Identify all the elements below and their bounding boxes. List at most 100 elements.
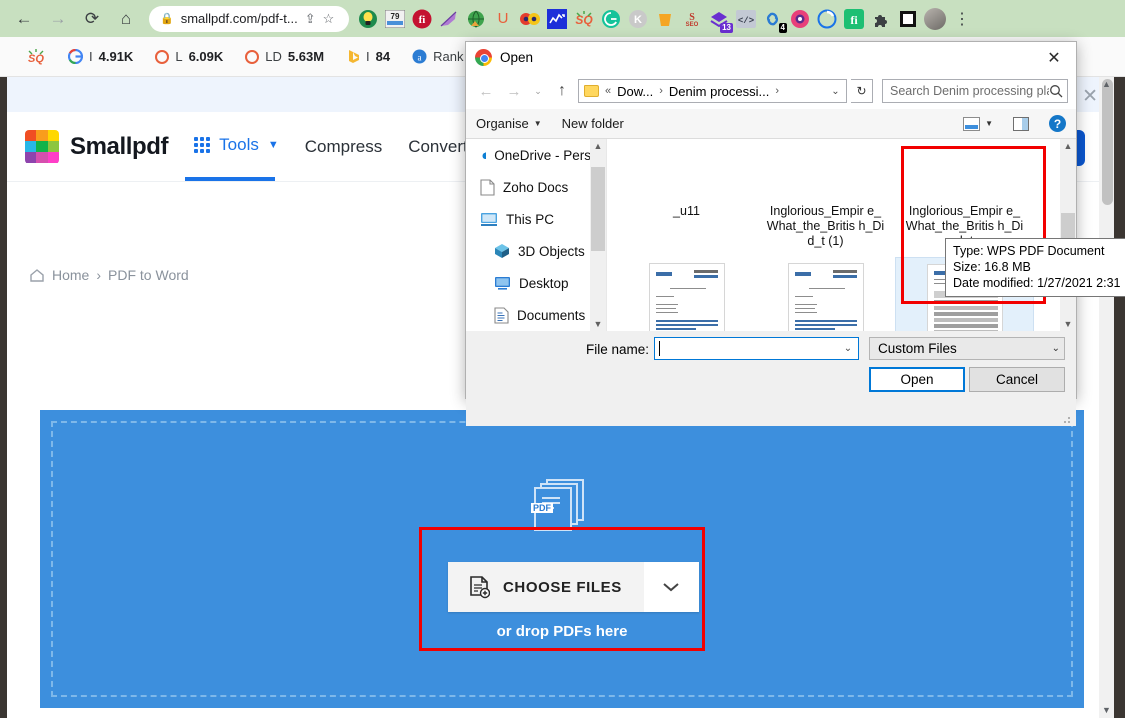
- seo-metric-linking-domains[interactable]: LD 5.63M: [245, 49, 324, 64]
- seo-extension-icon[interactable]: S SEO: [679, 6, 705, 32]
- cancel-button[interactable]: Cancel: [969, 367, 1065, 392]
- sidebar-scroll-up-arrow[interactable]: ▲: [590, 141, 606, 151]
- seo-metric-label: LD: [265, 49, 282, 64]
- chevron-down-icon: [663, 583, 680, 592]
- address-bar[interactable]: 🔒 smallpdf.com/pdf-t... ⇪ ☆: [149, 5, 349, 32]
- nav-link-compress[interactable]: Compress: [305, 137, 382, 157]
- seo-metric-value: 84: [375, 49, 391, 64]
- file-item[interactable]: _u11: [617, 139, 756, 257]
- oo-extension-icon[interactable]: [517, 6, 543, 32]
- circle-extension-icon[interactable]: [814, 6, 840, 32]
- layers-extension-badge: 13: [720, 22, 733, 33]
- browser-menu-button[interactable]: ⋮: [949, 9, 975, 29]
- smallpdf-brand[interactable]: Smallpdf: [25, 129, 169, 164]
- scroll-up-arrow[interactable]: ▲: [1101, 79, 1112, 89]
- seo-metric-links[interactable]: L 6.09K: [155, 49, 223, 64]
- address-crumb-downloads[interactable]: Dow...: [617, 84, 653, 99]
- sidebar-item-zoho-docs[interactable]: Zoho Docs: [466, 171, 606, 203]
- help-icon[interactable]: ?: [1049, 115, 1066, 132]
- sidebar-scrollbar-thumb[interactable]: [591, 167, 605, 251]
- orange-extension-icon[interactable]: [652, 6, 678, 32]
- seo-toolbar-logo[interactable]: SQ: [26, 48, 46, 66]
- sidebar-item-this-pc[interactable]: This PC: [466, 203, 606, 235]
- code-extension-icon[interactable]: </>: [733, 6, 759, 32]
- file-list-scroll-down-arrow[interactable]: ▼: [1060, 319, 1076, 329]
- file-name-dropdown-icon[interactable]: ⌄: [840, 343, 856, 354]
- layers-extension-icon[interactable]: 13: [706, 6, 733, 33]
- sidebar-scroll-down-arrow[interactable]: ▼: [590, 319, 606, 329]
- grammarly-extension-icon[interactable]: [598, 6, 624, 32]
- reload-button[interactable]: ⟳: [76, 3, 108, 35]
- forward-button[interactable]: →: [42, 3, 74, 35]
- breadcrumb-home[interactable]: Home: [52, 267, 89, 283]
- promo-close-icon[interactable]: ✕: [1082, 85, 1098, 108]
- file-item[interactable]: Inglorious_Empir e_What_the_Britis h_Did…: [756, 139, 895, 257]
- view-options-button[interactable]: ▼: [963, 116, 993, 131]
- square-extension-icon[interactable]: [895, 6, 921, 32]
- pagerank-extension-icon[interactable]: 79: [382, 6, 408, 32]
- chart-extension-icon[interactable]: [544, 6, 570, 32]
- preview-pane-icon[interactable]: [1013, 116, 1029, 131]
- page-scrollbar-thumb[interactable]: [1102, 79, 1113, 205]
- up-one-level-button[interactable]: ↑: [550, 79, 574, 103]
- puzzle-extensions-icon[interactable]: [868, 6, 894, 32]
- dialog-back-button[interactable]: ←: [474, 79, 498, 103]
- dialog-forward-button[interactable]: →: [502, 79, 526, 103]
- recent-locations-button[interactable]: ⌄: [530, 79, 546, 103]
- new-folder-button[interactable]: New folder: [562, 116, 624, 131]
- k-extension-icon[interactable]: K: [625, 6, 651, 32]
- svg-text:</>: </>: [738, 16, 754, 26]
- camera-extension-icon[interactable]: [787, 6, 813, 32]
- tooltip-size: Size: 16.8 MB: [953, 260, 1031, 274]
- dialog-search-box[interactable]: Search Denim processing pla...: [882, 79, 1068, 103]
- seoquake-extension-icon[interactable]: SQ: [571, 6, 597, 32]
- choose-files-button[interactable]: CHOOSE FILES: [448, 562, 644, 612]
- search-input[interactable]: Search Denim processing pla...: [890, 84, 1049, 98]
- lightbulb-extension-icon[interactable]: [355, 6, 381, 32]
- file-name-input[interactable]: ⌄: [654, 337, 859, 360]
- refresh-button[interactable]: ↻: [851, 79, 873, 103]
- share-icon[interactable]: ⇪: [305, 11, 316, 27]
- file-list-scrollbar[interactable]: ▲ ▼: [1060, 139, 1076, 331]
- file-list-view[interactable]: _u11 Inglorious_Empir e_What_the_Britis …: [607, 139, 1076, 331]
- avatar[interactable]: [922, 6, 948, 32]
- sidebar-item-label: Zoho Docs: [503, 179, 569, 195]
- scroll-down-arrow[interactable]: ▼: [1101, 705, 1112, 715]
- fi-extension-icon[interactable]: fi: [409, 6, 435, 32]
- choose-files-control[interactable]: CHOOSE FILES: [448, 562, 699, 612]
- back-button[interactable]: ←: [8, 3, 40, 35]
- file-item[interactable]: W Job-Release-Letter_Tulie-Chakma -July: [756, 257, 895, 331]
- nav-link-convert[interactable]: Convert: [408, 137, 468, 157]
- file-type-filter-select[interactable]: Custom Files ⌄: [869, 337, 1065, 360]
- feather-extension-icon[interactable]: [436, 6, 462, 32]
- globe-downloader-extension-icon[interactable]: [463, 6, 489, 32]
- seo-metric-bing[interactable]: I 84: [346, 49, 390, 64]
- close-icon[interactable]: ✕: [1032, 42, 1076, 73]
- sidebar-item-desktop[interactable]: Desktop: [466, 267, 606, 299]
- address-breadcrumb-bar[interactable]: « Dow... › Denim processi... › ⌄: [578, 79, 847, 103]
- seo-metric-google[interactable]: I 4.91K: [68, 49, 133, 64]
- choose-files-dropdown-button[interactable]: [643, 562, 699, 612]
- organise-menu-button[interactable]: Organise ▼: [476, 116, 542, 131]
- file-list-scroll-up-arrow[interactable]: ▲: [1060, 141, 1076, 151]
- page-scrollbar[interactable]: ▲ ▼: [1099, 77, 1114, 718]
- u-extension-icon[interactable]: U: [490, 6, 516, 32]
- sidebar-item-onedrive[interactable]: OneDrive - Person: [466, 139, 606, 171]
- address-dropdown-icon[interactable]: ⌄: [827, 86, 844, 97]
- sidebar-item-documents[interactable]: Documents: [466, 299, 606, 331]
- address-prefix: «: [605, 85, 612, 97]
- tools-menu-button[interactable]: Tools ▼: [194, 135, 279, 158]
- fiverr-extension-icon[interactable]: fi: [841, 6, 867, 32]
- url-text: smallpdf.com/pdf-t...: [180, 11, 298, 26]
- home-button[interactable]: ⌂: [110, 3, 142, 35]
- file-item[interactable]: W Job-Release-Letter_Tulie-Chakma -Dec: [617, 257, 756, 331]
- sidebar-item-3d-objects[interactable]: 3D Objects: [466, 235, 606, 267]
- sidebar-scrollbar[interactable]: ▲ ▼: [590, 139, 606, 331]
- open-button[interactable]: Open: [869, 367, 965, 392]
- sidebar-item-label: Documents: [517, 307, 586, 323]
- star-icon[interactable]: ☆: [323, 11, 335, 27]
- pdf-label-icon: PDF: [531, 503, 553, 513]
- link-extension-icon[interactable]: 4: [760, 6, 787, 33]
- address-crumb-current[interactable]: Denim processi...: [669, 84, 769, 99]
- dialog-resize-grip[interactable]: [1063, 414, 1073, 424]
